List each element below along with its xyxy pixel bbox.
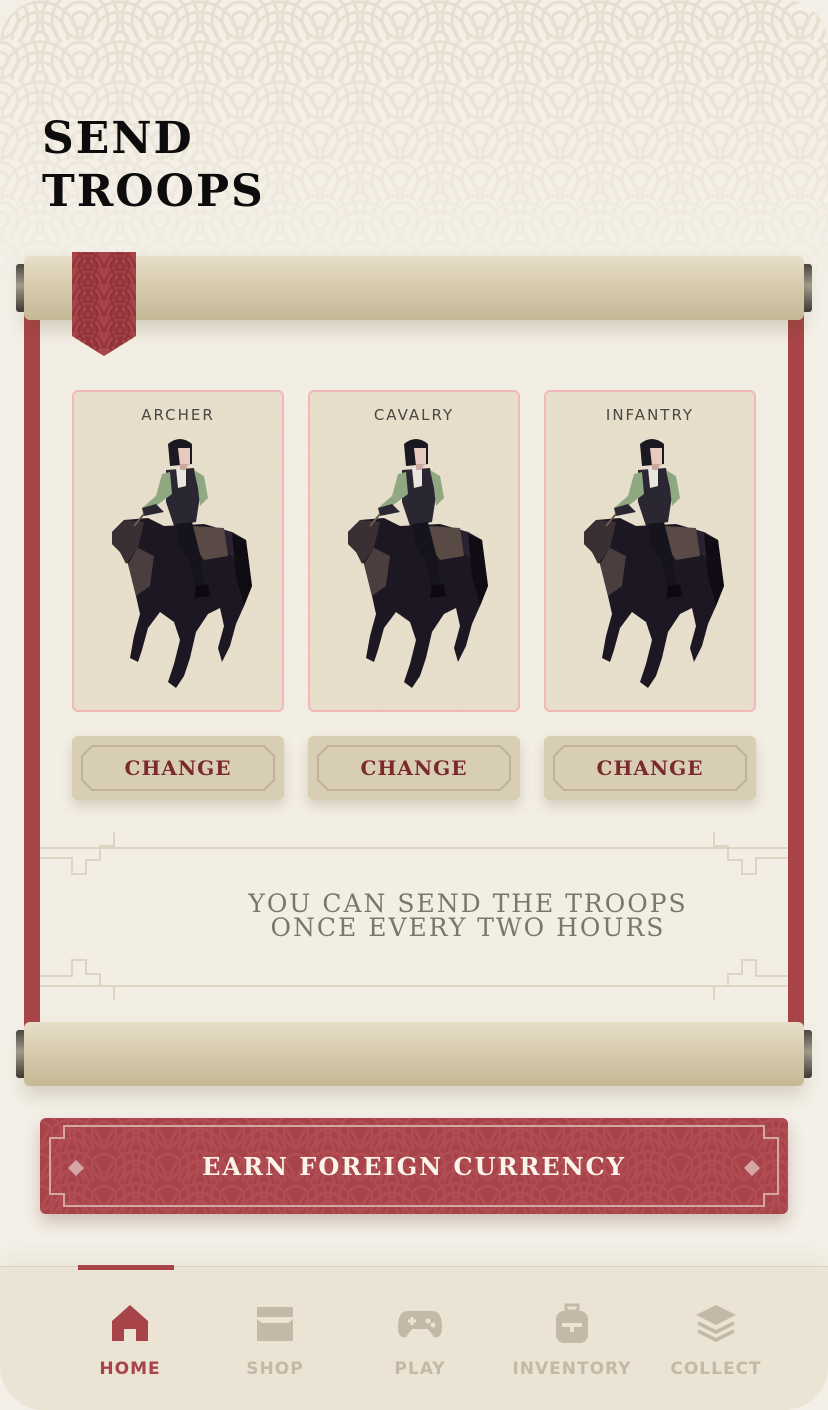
change-archer-button[interactable]: CHANGE xyxy=(72,736,284,800)
send-cooldown-notice: YOU CAN SEND THE TROOPS ONCE EVERY TWO H… xyxy=(248,889,688,942)
earn-button-label: EARN FOREIGN CURRENCY xyxy=(202,1152,626,1181)
home-icon xyxy=(112,1305,148,1341)
change-infantry-button[interactable]: CHANGE xyxy=(544,736,756,800)
scroll-bottom-roller xyxy=(16,1022,812,1086)
layers-icon xyxy=(696,1305,736,1342)
tab-inventory[interactable]: INVENTORY xyxy=(497,1267,647,1407)
tab-home[interactable]: HOME xyxy=(55,1267,205,1407)
gamepad-icon xyxy=(398,1311,442,1338)
scroll-left-rail xyxy=(24,300,40,1040)
troop-label: CAVALRY xyxy=(373,406,455,424)
tab-shop[interactable]: SHOP xyxy=(200,1267,350,1407)
change-button-label: CHANGE xyxy=(596,756,704,780)
horse-rider-icon xyxy=(583,438,725,689)
earn-foreign-currency-button[interactable]: EARN FOREIGN CURRENCY xyxy=(40,1118,788,1214)
tab-label: INVENTORY xyxy=(512,1359,632,1379)
ornament-divider-top xyxy=(40,832,788,875)
shop-icon xyxy=(257,1307,293,1341)
bottom-tab-bar: HOME SHOP PLAY INVENTORY COLLECT xyxy=(0,1265,828,1410)
change-button-label: CHANGE xyxy=(124,756,232,780)
horse-rider-icon xyxy=(111,438,253,689)
backpack-icon xyxy=(556,1303,588,1343)
ribbon-bookmark xyxy=(72,252,136,356)
tab-collect[interactable]: COLLECT xyxy=(641,1267,791,1407)
tab-label: HOME xyxy=(99,1359,161,1379)
troop-card-infantry[interactable]: INFANTRY xyxy=(544,390,756,712)
scroll-right-rail xyxy=(788,300,804,1040)
change-cavalry-button[interactable]: CHANGE xyxy=(308,736,520,800)
change-button-label: CHANGE xyxy=(360,756,468,780)
troop-card-cavalry[interactable]: CAVALRY xyxy=(308,390,520,712)
troop-label: INFANTRY xyxy=(605,406,695,424)
troop-card-archer[interactable]: ARCHER xyxy=(72,390,284,712)
send-troops-screen: SEND TROOPS ARCHER CAVALRY INFANTRY CHAN… xyxy=(0,0,828,1410)
troop-label: ARCHER xyxy=(141,406,215,424)
tab-play[interactable]: PLAY xyxy=(345,1267,495,1407)
ornament-divider-bottom xyxy=(40,959,788,1000)
tab-label: COLLECT xyxy=(670,1359,762,1379)
tab-label: SHOP xyxy=(246,1359,304,1379)
page-title: SEND TROOPS xyxy=(42,113,265,217)
tab-label: PLAY xyxy=(394,1359,446,1379)
horse-rider-icon xyxy=(347,438,489,689)
